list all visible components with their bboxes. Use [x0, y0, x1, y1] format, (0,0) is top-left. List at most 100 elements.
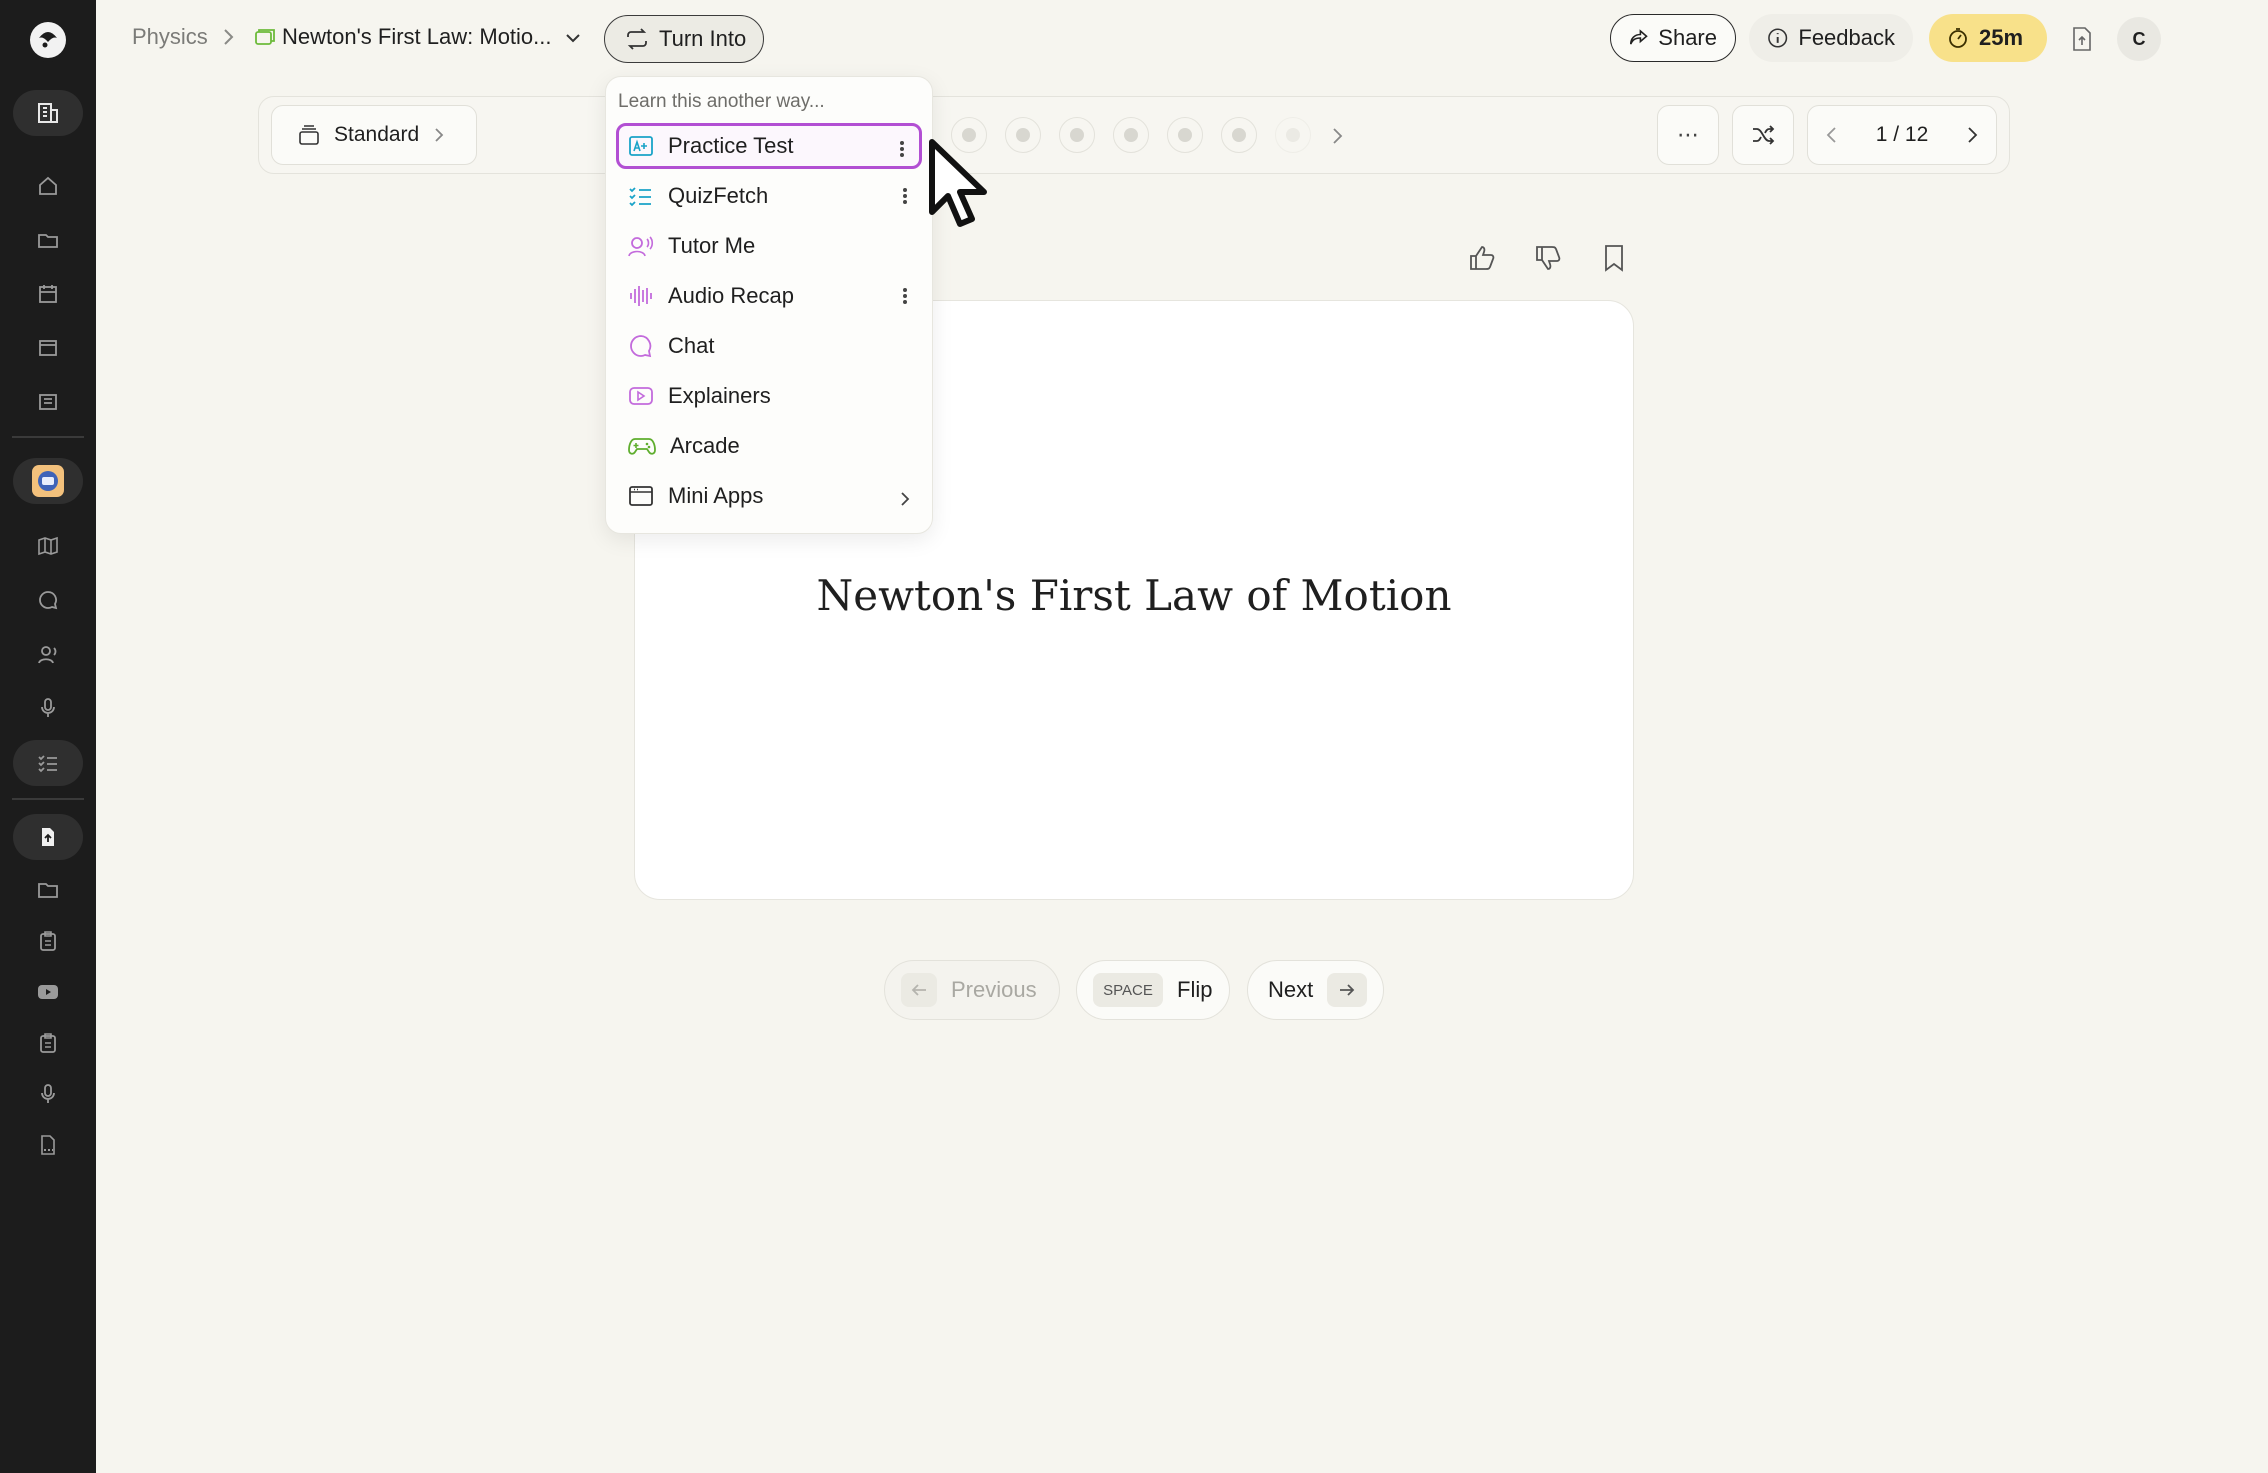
timer-button[interactable]: 25m — [1929, 14, 2047, 62]
share-label: Share — [1658, 25, 1717, 50]
app-logo-icon[interactable] — [26, 18, 70, 62]
card-stack-icon — [299, 125, 319, 145]
feedback-button[interactable]: Feedback — [1749, 14, 1913, 62]
next-button[interactable]: Next — [1247, 960, 1384, 1020]
breadcrumb-title[interactable]: Newton's First Law: Motio... — [282, 24, 552, 50]
more-options-label: ⋯ — [1677, 122, 1699, 147]
tutor-icon[interactable] — [36, 642, 60, 666]
progress-dot[interactable] — [1221, 117, 1257, 153]
turn-into-label: Turn Into — [659, 26, 747, 51]
thumbs-up-icon[interactable] — [1467, 243, 1497, 278]
mouse-cursor-icon — [928, 138, 994, 235]
menu-item-chat[interactable]: Chat — [616, 323, 922, 369]
pager-next-icon[interactable] — [1966, 126, 1978, 144]
breadcrumb-separator-icon — [221, 28, 235, 51]
menu-item-mini-apps[interactable]: Mini Apps — [616, 473, 922, 519]
checklist-icon — [38, 755, 57, 773]
flashcards-icon — [254, 27, 276, 52]
organization-button[interactable] — [13, 90, 83, 136]
menu-item-practice-test[interactable]: Practice Test — [616, 123, 922, 169]
card-pager: 1 / 12 — [1807, 105, 1997, 165]
share-button[interactable]: Share — [1610, 14, 1736, 62]
clipboard-icon[interactable] — [36, 929, 60, 953]
video-play-icon — [629, 387, 653, 405]
more-vertical-icon[interactable] — [902, 285, 908, 311]
pdf-icon[interactable] — [36, 1133, 60, 1157]
set-thumbnail-icon — [32, 465, 64, 497]
menu-item-label: QuizFetch — [668, 183, 769, 208]
folders-icon[interactable] — [36, 228, 60, 252]
info-icon — [1768, 28, 1788, 48]
upload-button[interactable] — [13, 814, 83, 860]
turn-into-menu: Learn this another way... Practice Test … — [605, 76, 933, 534]
left-sidebar — [0, 0, 96, 1473]
flashcard-front-text: Newton's First Law of Motion — [816, 571, 1452, 620]
menu-item-label: Arcade — [670, 433, 740, 458]
flip-button[interactable]: SPACE Flip — [1076, 960, 1230, 1020]
flip-label: Flip — [1177, 977, 1213, 1002]
youtube-icon[interactable] — [36, 980, 60, 1004]
chevron-down-icon[interactable] — [565, 31, 581, 49]
arrow-right-icon — [1327, 973, 1367, 1007]
gamepad-icon — [628, 438, 656, 455]
chevron-right-icon — [435, 128, 444, 142]
menu-item-arcade[interactable]: Arcade — [616, 423, 922, 469]
more-options-button[interactable]: ⋯ — [1657, 105, 1719, 165]
stopwatch-icon — [1949, 28, 1967, 48]
progress-dot[interactable] — [1113, 117, 1149, 153]
audio-wave-icon — [630, 286, 652, 306]
building-icon — [38, 103, 58, 123]
chevron-right-icon — [900, 487, 910, 513]
pager-count: 1 / 12 — [1875, 123, 1929, 146]
microphone-icon[interactable] — [36, 696, 60, 720]
progress-dot[interactable] — [1167, 117, 1203, 153]
share-icon — [1629, 29, 1648, 45]
more-vertical-icon[interactable] — [902, 185, 908, 211]
menu-item-explainers[interactable]: Explainers — [616, 373, 922, 419]
turn-into-button[interactable]: Turn Into — [604, 15, 764, 63]
menu-item-label: Audio Recap — [668, 283, 794, 308]
menu-item-label: Explainers — [668, 383, 771, 408]
thumbs-down-icon[interactable] — [1533, 243, 1563, 278]
library-icon[interactable] — [36, 390, 60, 414]
chat-icon[interactable] — [36, 588, 60, 612]
file-upload-icon — [42, 828, 54, 846]
previous-label: Previous — [951, 977, 1037, 1002]
repeat-icon — [627, 28, 647, 50]
shuffle-button[interactable] — [1732, 105, 1794, 165]
menu-item-label: Practice Test — [668, 133, 794, 158]
export-file-icon[interactable] — [2071, 26, 2093, 57]
space-key-badge: SPACE — [1093, 973, 1163, 1007]
window-icon[interactable] — [36, 336, 60, 360]
progress-dot[interactable] — [1005, 117, 1041, 153]
study-mode-button[interactable]: Standard — [271, 105, 477, 165]
shuffle-icon — [1753, 125, 1775, 145]
calendar-icon[interactable] — [36, 282, 60, 306]
current-set-button[interactable] — [13, 458, 83, 504]
bookmark-icon[interactable] — [1600, 243, 1628, 278]
menu-item-quizfetch[interactable]: QuizFetch — [616, 173, 922, 219]
progress-dot[interactable] — [1059, 117, 1095, 153]
menu-item-tutor-me[interactable]: Tutor Me — [616, 223, 922, 269]
progress-dot[interactable] — [1275, 117, 1311, 153]
recording-icon[interactable] — [36, 1082, 60, 1106]
timer-value: 25m — [1979, 25, 2024, 50]
home-icon[interactable] — [36, 174, 60, 198]
pager-prev-icon[interactable] — [1826, 126, 1838, 144]
arrow-left-icon — [901, 973, 937, 1007]
more-vertical-icon[interactable] — [899, 138, 905, 164]
folder-icon[interactable] — [36, 878, 60, 902]
notes-icon[interactable] — [36, 1031, 60, 1055]
menu-item-label: Tutor Me — [668, 233, 756, 258]
avatar[interactable]: C — [2117, 17, 2161, 61]
study-mode-label: Standard — [334, 123, 420, 146]
menu-item-label: Mini Apps — [668, 483, 764, 508]
card-progress-dots — [951, 117, 1311, 153]
chat-bubble-icon — [630, 335, 652, 358]
quiz-button[interactable] — [13, 740, 83, 786]
menu-item-audio-recap[interactable]: Audio Recap — [616, 273, 922, 319]
breadcrumb-parent[interactable]: Physics — [132, 24, 208, 50]
dots-next-icon[interactable] — [1331, 127, 1343, 150]
previous-button[interactable]: Previous — [884, 960, 1060, 1020]
map-icon[interactable] — [36, 534, 60, 558]
